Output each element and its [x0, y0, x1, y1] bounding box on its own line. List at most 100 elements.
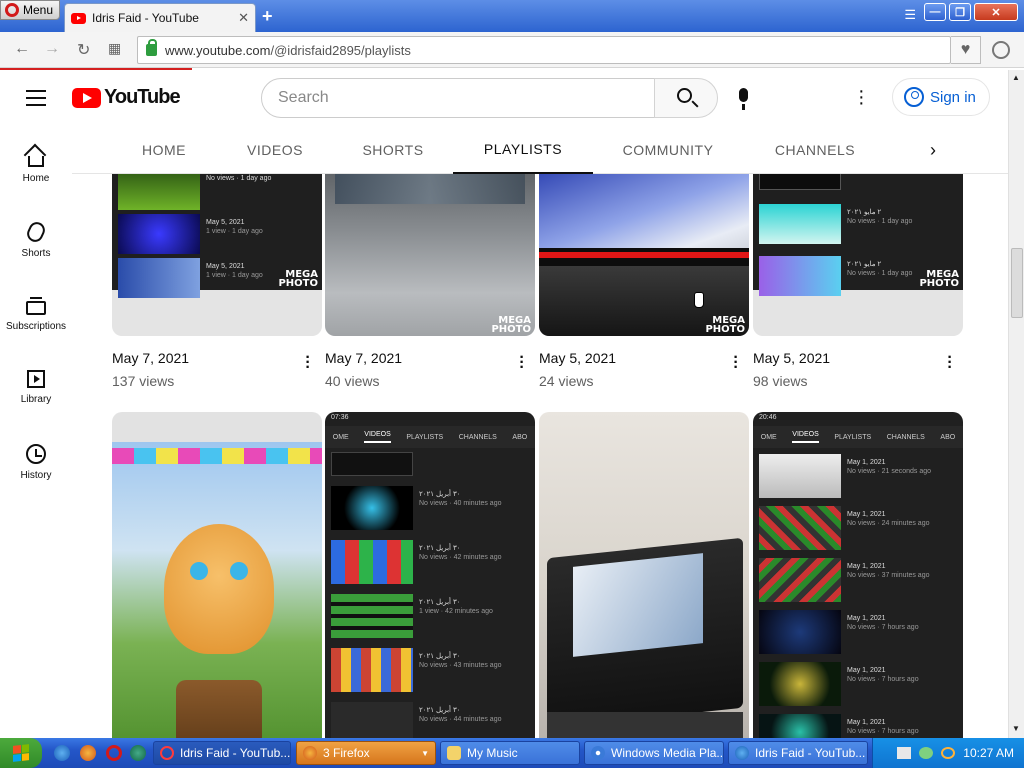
scroll-down-arrow-icon[interactable]: ▼ — [1012, 724, 1020, 733]
playlist-thumbnail-5[interactable] — [112, 412, 322, 738]
list-item: May 1, 2021 No views · 24 minutes ago — [759, 506, 957, 550]
opera-icon[interactable] — [106, 745, 122, 761]
list-item: May 1, 2021 No views · 21 seconds ago — [759, 454, 957, 498]
video-preview — [759, 506, 841, 550]
internet-explorer-icon — [735, 746, 749, 760]
new-tab-button[interactable]: + — [262, 6, 273, 27]
taskbar-item-ie[interactable]: Idris Faid - YouTub... — [728, 741, 868, 765]
left-guide: Home Shorts Subscriptions Library Histor… — [0, 126, 72, 738]
playlist-thumbnail-4[interactable]: ٢ مايو ٢٠٢١ No views · 1 day ago ٢ مايو ٢… — [753, 174, 963, 336]
list-item: May 1, 2021 No views · 7 hours ago — [759, 714, 957, 738]
search-tray-icon[interactable] — [941, 747, 956, 759]
scrollbar-thumb[interactable] — [1011, 248, 1023, 318]
tab-playlists[interactable]: PLAYLISTS — [453, 126, 593, 174]
youtube-play-logo-icon — [72, 87, 101, 108]
tab-videos[interactable]: VIDEOS — [235, 126, 315, 174]
more-options-icon[interactable]: · · · — [517, 350, 527, 376]
guide-label-history: History — [20, 470, 52, 481]
page-scrollbar[interactable]: ▲ ▼ — [1008, 70, 1024, 738]
playlist-thumbnail-7[interactable] — [539, 412, 749, 738]
guide-item-shorts[interactable]: Shorts — [0, 219, 72, 259]
taskbar-item-firefox-group[interactable]: 3 Firefox ▼ — [296, 741, 436, 765]
list-item: ٣٠ أبريل ٢٠٢١ No views · 42 minutes ago — [331, 540, 529, 584]
windows-taskbar: Idris Faid - YouTub... 3 Firefox ▼ My Mu… — [0, 738, 1024, 768]
back-arrow-icon[interactable]: ← — [14, 40, 30, 58]
opera-logo-icon — [5, 3, 19, 17]
reload-icon[interactable]: ↻ — [77, 40, 90, 60]
thumbnail-image: ٢ مايو ٢٠٢١ No views · 1 day ago ٢ مايو ٢… — [753, 174, 963, 296]
keyboard-icon[interactable] — [897, 747, 912, 759]
playlist-thumbnail-1[interactable]: No views · 1 day ago May 5, 2021 1 view ·… — [112, 174, 322, 336]
taskbar-item-media-player[interactable]: Windows Media Pla... — [584, 741, 724, 765]
shorts-icon — [24, 219, 48, 245]
playlist-thumbnail-2[interactable]: MEGA PHOTO — [325, 174, 535, 336]
laptop-keyboard — [547, 712, 743, 738]
search-input[interactable]: Search — [261, 78, 655, 118]
tree-stump — [176, 680, 262, 738]
clock[interactable]: 10:27 AM — [963, 746, 1014, 760]
user-avatar-icon — [904, 87, 924, 107]
phone-status-bar: 07:36 — [331, 414, 349, 421]
youtube-logo[interactable]: YouTube — [72, 86, 181, 109]
guide-menu-icon[interactable] — [26, 90, 46, 111]
account-icon[interactable] — [992, 41, 1010, 59]
more-options-icon[interactable]: · · · — [303, 350, 313, 376]
quicklaunch-app-icon[interactable] — [130, 745, 146, 761]
sign-in-button[interactable]: Sign in — [892, 78, 990, 116]
guide-item-history[interactable]: History — [0, 444, 72, 481]
tab-menu-icon[interactable]: ☰ — [904, 7, 916, 23]
video-preview — [759, 204, 841, 244]
start-button[interactable] — [0, 738, 42, 768]
restore-button[interactable]: ❐ — [949, 3, 971, 21]
taskbar-item-opera[interactable]: Idris Faid - YouTub... — [153, 741, 291, 765]
tab-channels[interactable]: CHANNELS — [765, 126, 865, 174]
network-icon[interactable] — [919, 747, 934, 759]
video-preview — [759, 256, 841, 296]
youtube-favicon-icon — [71, 12, 86, 24]
tab-home[interactable]: HOME — [124, 126, 204, 174]
playlist-thumbnail-8[interactable]: 20:46 OME VIDEOS PLAYLISTS CHANNELS ABO May … — [753, 412, 963, 738]
chevron-right-icon[interactable]: › — [930, 140, 936, 161]
guide-label-shorts: Shorts — [21, 248, 51, 259]
voice-search-mic-icon[interactable] — [739, 88, 748, 110]
close-tab-icon[interactable]: ✕ — [238, 10, 249, 26]
tab-shorts[interactable]: SHORTS — [353, 126, 433, 174]
more-options-icon[interactable]: · · · — [731, 350, 741, 376]
search-button[interactable] — [654, 78, 718, 118]
address-bar[interactable]: www.youtube.com/@idrisfaid2895/playlists — [137, 36, 951, 64]
list-item-meta: May 1, 2021 No views · 21 seconds ago — [847, 459, 932, 475]
thumbnail-image: No views · 1 day ago May 5, 2021 1 view ·… — [112, 174, 322, 298]
playlist-date: May 5, 2021 — [539, 350, 617, 366]
watermark: MEGA PHOTO — [705, 315, 745, 335]
bookmark-heart-icon[interactable]: ♥ — [951, 36, 981, 64]
list-item — [331, 452, 529, 476]
cartoon-cat — [164, 524, 274, 654]
minimize-button[interactable]: — — [924, 3, 946, 21]
guide-item-library[interactable]: Library — [0, 370, 72, 405]
forward-arrow-icon[interactable]: → — [44, 40, 60, 58]
phone-status-bar: 20:46 — [759, 414, 777, 421]
firefox-icon[interactable] — [80, 745, 96, 761]
guide-item-home[interactable]: Home — [0, 148, 72, 184]
speed-dial-grid-icon[interactable]: ▦ — [108, 40, 121, 57]
youtube-masthead: YouTube Search · · · Sign in — [0, 70, 1008, 126]
close-window-button[interactable]: ✕ — [974, 3, 1018, 21]
list-item-meta: ٢ مايو ٢٠٢١ No views · 1 day ago — [847, 209, 913, 225]
taskbar-item-my-music[interactable]: My Music — [440, 741, 580, 765]
playlist-date: May 7, 2021 — [325, 350, 403, 366]
list-item-meta: May 1, 2021 No views · 24 minutes ago — [847, 511, 930, 527]
playlist-thumbnail-3[interactable]: MEGA PHOTO — [539, 174, 749, 336]
list-item-meta: ٣٠ أبريل ٢٠٢١ No views · 40 minutes ago — [419, 491, 502, 507]
list-item: ٣٠ أبريل ٢٠٢١ 1 view · 42 minutes ago — [331, 594, 529, 638]
playlist-views: 137 views — [112, 373, 175, 389]
internet-explorer-icon[interactable] — [54, 745, 70, 761]
more-options-icon[interactable]: · · · — [945, 350, 955, 376]
settings-more-icon[interactable]: · · · — [858, 81, 865, 113]
guide-item-subscriptions[interactable]: Subscriptions — [0, 296, 72, 332]
lock-icon — [146, 39, 157, 56]
tab-community[interactable]: COMMUNITY — [618, 126, 718, 174]
opera-menu-button[interactable]: Menu — [0, 0, 60, 20]
playlist-thumbnail-6[interactable]: 07:36 OME VIDEOS PLAYLISTS CHANNELS ABO ٣٠ أ… — [325, 412, 535, 738]
browser-tab-youtube[interactable]: Idris Faid - YouTube ✕ — [64, 3, 256, 32]
scroll-up-arrow-icon[interactable]: ▲ — [1012, 73, 1020, 82]
